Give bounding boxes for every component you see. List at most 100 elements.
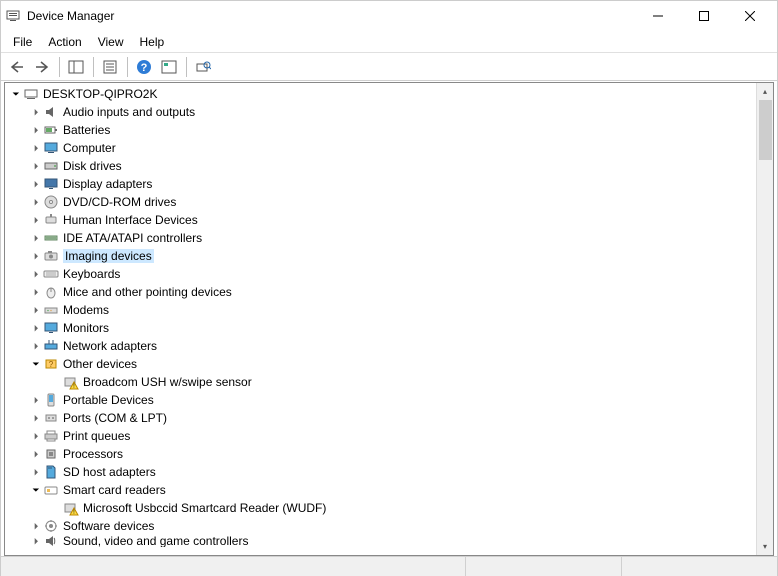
tree-category[interactable]: ⏵ Disk drives — [5, 157, 773, 175]
tree-category[interactable]: ⏵ Audio inputs and outputs — [5, 103, 773, 121]
warn-icon: ! — [63, 500, 79, 516]
expand-arrow-icon[interactable]: ⏵ — [29, 449, 43, 460]
tree-item-label: Portable Devices — [63, 393, 154, 407]
expand-arrow-icon[interactable]: ⏵ — [29, 179, 43, 190]
menu-help[interactable]: Help — [132, 33, 173, 51]
expand-arrow-icon[interactable]: ⏵ — [29, 305, 43, 316]
tree-category[interactable]: ⏵Sound, video and game controllers — [5, 535, 773, 547]
toolbar-separator — [59, 57, 60, 77]
tree-item-label: Print queues — [63, 429, 130, 443]
portable-icon — [43, 392, 59, 408]
collapse-arrow-icon[interactable]: ⏷ — [29, 485, 43, 496]
back-button[interactable] — [5, 56, 29, 78]
tree-category[interactable]: ⏵ SD host adapters — [5, 463, 773, 481]
expand-arrow-icon[interactable]: ⏵ — [29, 269, 43, 280]
expand-arrow-icon[interactable]: ⏵ — [29, 251, 43, 262]
scan-hardware-button[interactable] — [191, 56, 215, 78]
tree-item-label: Display adapters — [63, 177, 152, 191]
expand-arrow-icon[interactable]: ⏵ — [29, 341, 43, 352]
tree-category[interactable]: ⏵Processors — [5, 445, 773, 463]
device-tree[interactable]: ⏷DESKTOP-QIPRO2K ⏵ Audio inputs and output… — [5, 83, 773, 555]
tree-category[interactable]: ⏵ Portable Devices — [5, 391, 773, 409]
vertical-scrollbar[interactable]: ▴ ▾ — [756, 83, 773, 555]
tree-item-label: Ports (COM & LPT) — [63, 411, 167, 425]
tree-category[interactable]: ⏵ Mice and other pointing devices — [5, 283, 773, 301]
help-button[interactable]: ? — [132, 56, 156, 78]
tree-category[interactable]: ⏵Modems — [5, 301, 773, 319]
tree-category[interactable]: ⏷ Smart card readers — [5, 481, 773, 499]
tree-item-label: Batteries — [63, 123, 110, 137]
display-icon — [43, 176, 59, 192]
content-area: ⏷DESKTOP-QIPRO2K ⏵ Audio inputs and output… — [4, 82, 774, 556]
network-icon — [43, 338, 59, 354]
expand-arrow-icon[interactable]: ⏵ — [29, 161, 43, 172]
tree-item-label: Smart card readers — [63, 483, 166, 497]
expand-arrow-icon[interactable]: ⏵ — [29, 197, 43, 208]
menu-bar: File Action View Help — [1, 31, 777, 53]
collapse-arrow-icon[interactable]: ⏷ — [29, 359, 43, 370]
expand-arrow-icon[interactable]: ⏵ — [29, 323, 43, 334]
forward-button[interactable] — [30, 56, 54, 78]
tree-item-label: Audio inputs and outputs — [63, 105, 195, 119]
expand-arrow-icon[interactable]: ⏵ — [29, 215, 43, 226]
root-icon — [23, 86, 39, 102]
status-cell — [622, 557, 777, 576]
tree-device[interactable]: !Broadcom USH w/swipe sensor — [5, 373, 773, 391]
tree-item-label: Network adapters — [63, 339, 157, 353]
monitor-icon — [43, 320, 59, 336]
tree-category[interactable]: ⏵ Batteries — [5, 121, 773, 139]
action-button[interactable] — [157, 56, 181, 78]
expand-arrow-icon[interactable]: ⏵ — [29, 467, 43, 478]
tree-category[interactable]: ⏵Keyboards — [5, 265, 773, 283]
status-bar — [1, 556, 777, 576]
tree-device[interactable]: !Microsoft Usbccid Smartcard Reader (WUD… — [5, 499, 773, 517]
expand-arrow-icon[interactable]: ⏵ — [29, 125, 43, 136]
tree-item-label: DVD/CD-ROM drives — [63, 195, 176, 209]
maximize-button[interactable] — [681, 1, 727, 31]
tree-category[interactable]: ⏵ Human Interface Devices — [5, 211, 773, 229]
tree-category[interactable]: ⏵ IDE ATA/ATAPI controllers — [5, 229, 773, 247]
tree-category[interactable]: ⏵ Print queues — [5, 427, 773, 445]
scroll-up-button[interactable]: ▴ — [757, 83, 773, 100]
tree-category[interactable]: ⏵ DVD/CD-ROM drives — [5, 193, 773, 211]
tree-category[interactable]: ⏵Monitors — [5, 319, 773, 337]
scroll-down-button[interactable]: ▾ — [757, 538, 773, 555]
expand-arrow-icon[interactable]: ⏵ — [29, 536, 43, 547]
collapse-arrow-icon[interactable]: ⏷ — [9, 89, 23, 100]
expand-arrow-icon[interactable]: ⏵ — [29, 233, 43, 244]
expand-arrow-icon[interactable]: ⏵ — [29, 413, 43, 424]
tree-category[interactable]: ⏵Software devices — [5, 517, 773, 535]
expand-arrow-icon[interactable]: ⏵ — [29, 431, 43, 442]
scroll-thumb[interactable] — [759, 100, 772, 160]
expand-arrow-icon[interactable]: ⏵ — [29, 395, 43, 406]
expand-arrow-icon[interactable]: ⏵ — [29, 107, 43, 118]
software-icon — [43, 518, 59, 534]
expand-arrow-icon[interactable]: ⏵ — [29, 521, 43, 532]
tree-item-label: Imaging devices — [63, 249, 154, 263]
tree-item-label: IDE ATA/ATAPI controllers — [63, 231, 202, 245]
tree-category[interactable]: ⏷?Other devices — [5, 355, 773, 373]
expand-arrow-icon[interactable]: ⏵ — [29, 287, 43, 298]
tree-item-label: Mice and other pointing devices — [63, 285, 232, 299]
minimize-button[interactable] — [635, 1, 681, 31]
close-button[interactable] — [727, 1, 773, 31]
mouse-icon — [43, 284, 59, 300]
tree-category[interactable]: ⏵ Network adapters — [5, 337, 773, 355]
status-cell — [1, 557, 466, 576]
tree-category[interactable]: ⏵ Ports (COM & LPT) — [5, 409, 773, 427]
menu-view[interactable]: View — [90, 33, 132, 51]
tree-item-label: Disk drives — [63, 159, 122, 173]
tree-item-label: Broadcom USH w/swipe sensor — [83, 375, 252, 389]
tree-category[interactable]: ⏵ Imaging devices — [5, 247, 773, 265]
properties-button[interactable] — [98, 56, 122, 78]
app-icon — [5, 8, 21, 24]
menu-file[interactable]: File — [5, 33, 40, 51]
menu-action[interactable]: Action — [40, 33, 89, 51]
tree-item-label: Human Interface Devices — [63, 213, 198, 227]
expand-arrow-icon[interactable]: ⏵ — [29, 143, 43, 154]
tree-item-label: SD host adapters — [63, 465, 156, 479]
tree-category[interactable]: ⏵Computer — [5, 139, 773, 157]
tree-category[interactable]: ⏵ Display adapters — [5, 175, 773, 193]
show-hide-console-tree-button[interactable] — [64, 56, 88, 78]
tree-root[interactable]: ⏷DESKTOP-QIPRO2K — [5, 85, 773, 103]
